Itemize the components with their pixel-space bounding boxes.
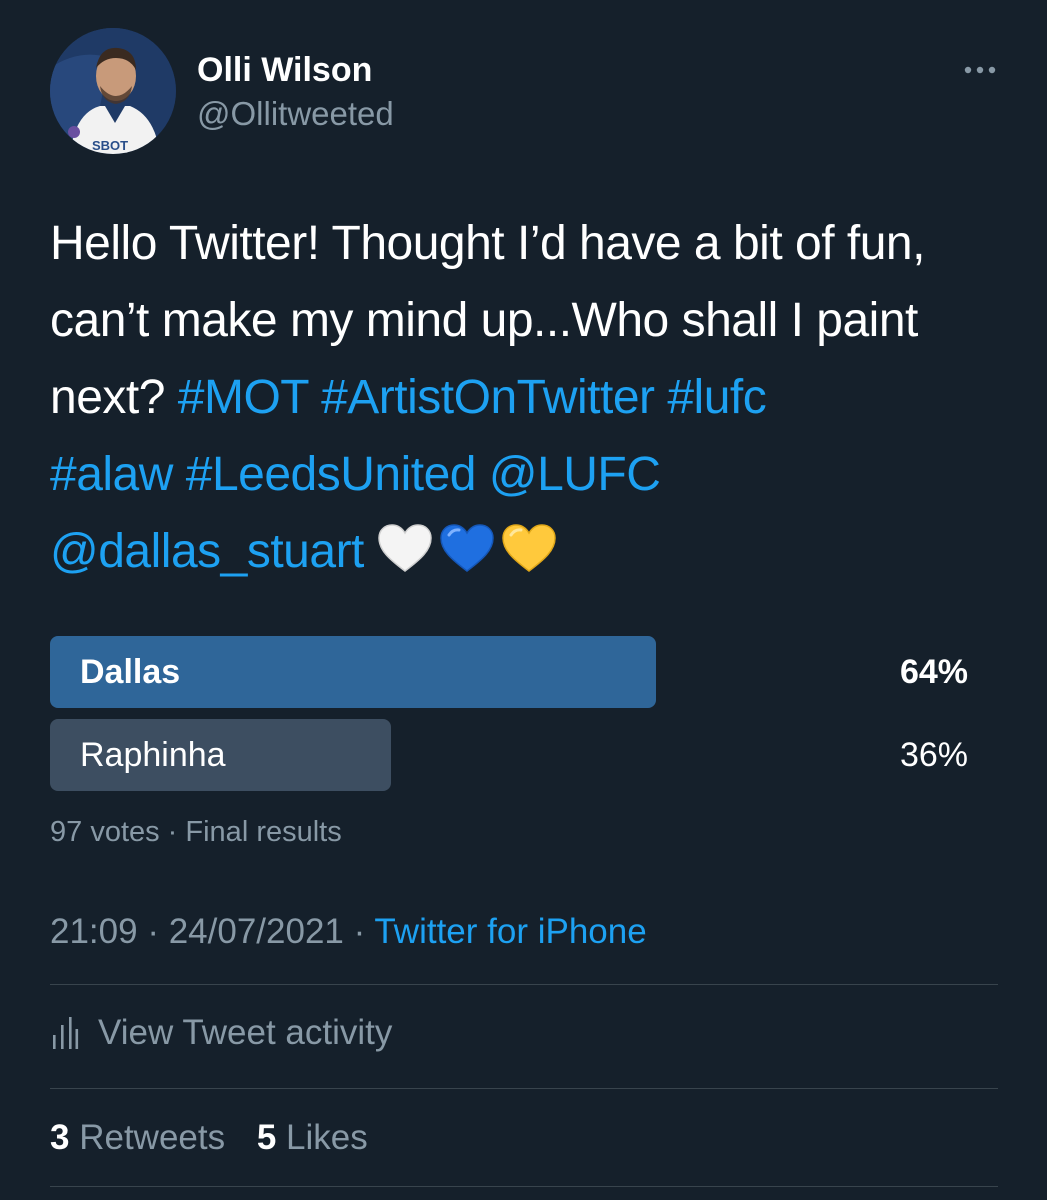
divider <box>50 984 998 985</box>
hashtag-artistontwitter[interactable]: #ArtistOnTwitter <box>321 371 655 424</box>
poll-option-dallas: Dallas 64% <box>50 636 968 708</box>
retweets-stat[interactable]: 3 Retweets <box>50 1118 225 1157</box>
bar-chart-icon <box>53 1017 79 1049</box>
avatar-image: SBOT <box>50 28 176 154</box>
likes-stat[interactable]: 5 Likes <box>257 1118 368 1157</box>
white-heart-icon <box>377 524 432 572</box>
blue-heart-icon <box>439 524 494 572</box>
mention-lufc[interactable]: @LUFC <box>489 448 661 501</box>
svg-text:SBOT: SBOT <box>92 138 128 153</box>
author-handle[interactable]: @Ollitweeted <box>197 94 394 134</box>
separator: · <box>343 912 375 951</box>
hashtag-alaw[interactable]: #alaw <box>50 448 173 501</box>
poll-option-raphinha: Raphinha 36% <box>50 719 968 791</box>
divider <box>50 1186 998 1187</box>
tweet-timestamp: 21:09 · 24/07/2021 · Twitter for iPhone <box>50 910 647 954</box>
view-tweet-activity-button[interactable]: View Tweet activity <box>50 1008 392 1058</box>
likes-count: 5 <box>256 1118 277 1157</box>
hashtag-leedsunited[interactable]: #LeedsUnited <box>186 448 477 501</box>
view-tweet-activity-label: View Tweet activity <box>98 1013 393 1052</box>
tweet-stats: 3 Retweets 5 Likes <box>50 1116 390 1160</box>
hashtag-lufc[interactable]: #lufc <box>667 371 766 424</box>
likes-label: Likes <box>286 1118 368 1157</box>
hashtag-mot[interactable]: #MOT <box>178 371 309 424</box>
tweet-date[interactable]: 24/07/2021 <box>169 912 344 951</box>
author-name[interactable]: Olli Wilson <box>197 50 372 90</box>
retweets-label: Retweets <box>79 1118 226 1157</box>
avatar[interactable]: SBOT <box>50 28 176 154</box>
tweet-source-link[interactable]: Twitter for iPhone <box>374 912 646 951</box>
tweet-time[interactable]: 21:09 <box>50 912 138 951</box>
poll-results-meta: 97 votes · Final results <box>50 816 342 848</box>
poll: Dallas 64% Raphinha 36% <box>50 636 968 802</box>
tweet-header: SBOT Olli Wilson @Ollitweeted <box>50 28 1000 158</box>
poll-option-label: Dallas <box>80 653 181 691</box>
retweets-count: 3 <box>50 1118 70 1157</box>
more-options-icon[interactable] <box>960 62 1000 78</box>
divider <box>50 1088 998 1089</box>
tweet-text: Hello Twitter! Thought I’d have a bit of… <box>50 205 1000 590</box>
separator: · <box>137 912 169 951</box>
poll-option-percent: 36% <box>899 736 968 774</box>
poll-option-label: Raphinha <box>80 736 226 774</box>
mention-dallas-stuart[interactable]: @dallas_stuart <box>50 525 364 578</box>
poll-option-percent: 64% <box>899 653 968 691</box>
yellow-heart-icon <box>501 524 556 572</box>
